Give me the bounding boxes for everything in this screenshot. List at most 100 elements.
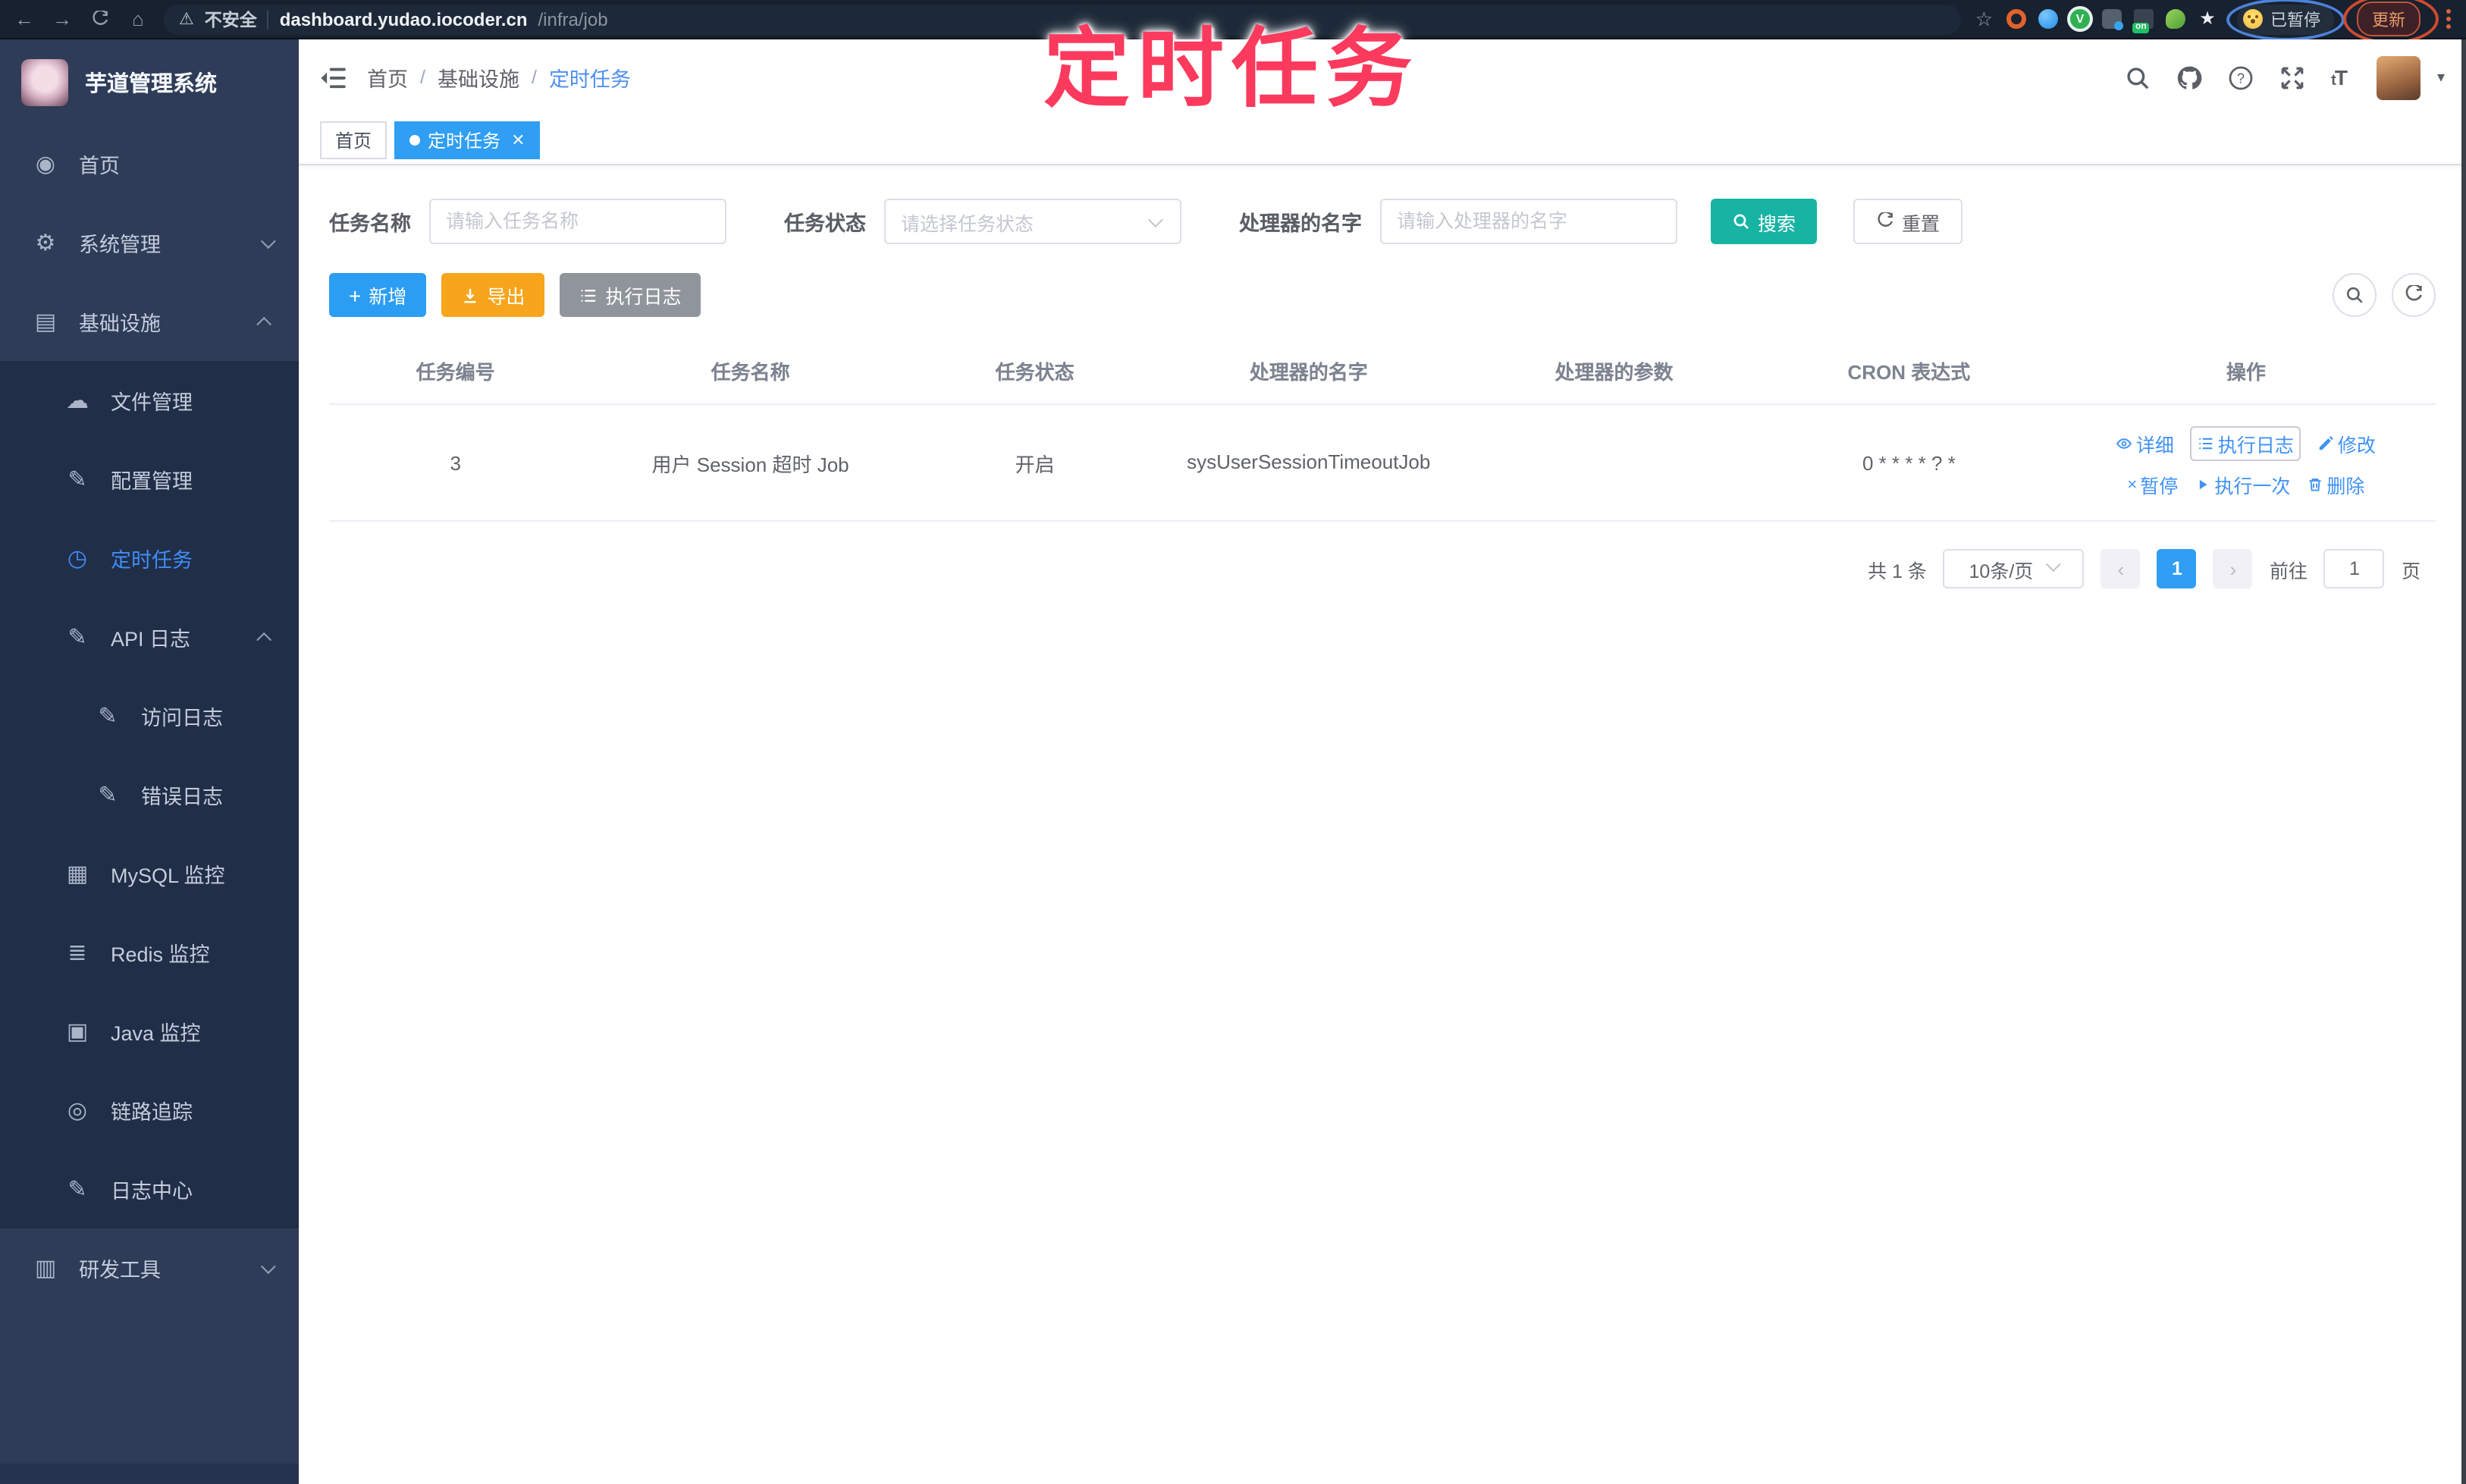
toolbox-icon: ▥ — [34, 1256, 57, 1282]
next-page-button[interactable]: › — [2213, 549, 2253, 588]
screen: ← → ⌂ ⚠ 不安全 dashboard.yudao.iocoder.cn /… — [0, 0, 2466, 1484]
breadcrumb-infrastructure[interactable]: 基础设施 — [438, 62, 519, 93]
cell-actions: 详细 执行日志 修改 × 暂停 执行一次 删除 — [2057, 426, 2436, 499]
toggle-search-button[interactable] — [2333, 273, 2377, 317]
star-extension-icon[interactable]: ★ — [2198, 8, 2217, 29]
sidebar-item-mysql-monitor[interactable]: ▦ MySQL 监控 — [0, 834, 299, 913]
home-icon[interactable]: ⌂ — [126, 9, 150, 29]
sidebar-fold-icon[interactable] — [320, 66, 346, 89]
forward-icon[interactable]: → — [50, 9, 74, 29]
orange-ring-extension-icon[interactable] — [2006, 9, 2026, 29]
sidebar-item-log-center[interactable]: ✎ 日志中心 — [0, 1150, 299, 1228]
app-title: 芋道管理系统 — [85, 72, 217, 96]
grid-extension-icon[interactable] — [2102, 9, 2123, 30]
sidebar-menu: ◉ 首页 ⚙ 系统管理 ▤ 基础设施 ☁ 文件管理 ✎ 配置管理 ◷ 定时任务 … — [0, 124, 299, 1464]
url-path: /infra/job — [538, 8, 608, 30]
fullscreen-icon[interactable] — [2279, 64, 2305, 90]
chrome-menu-icon[interactable] — [2446, 9, 2451, 29]
user-avatar[interactable] — [2376, 55, 2421, 99]
address-separator — [267, 10, 269, 28]
emoji-face-icon — [2243, 9, 2263, 29]
sidebar-item-java-monitor[interactable]: ▣ Java 监控 — [0, 992, 299, 1071]
run-once-link[interactable]: 执行一次 — [2195, 470, 2290, 499]
blue-drop-extension-icon[interactable] — [2038, 9, 2058, 29]
prev-page-button[interactable]: ‹ — [2100, 549, 2141, 588]
goto-page-input[interactable] — [2323, 549, 2385, 588]
edit-link[interactable]: 修改 — [2318, 429, 2376, 458]
pause-link[interactable]: × 暂停 — [2127, 470, 2178, 499]
sidebar-item-home[interactable]: ◉ 首页 — [0, 124, 299, 203]
reset-button[interactable]: 重置 — [1853, 199, 1963, 244]
tab-scheduled-tasks[interactable]: 定时任务 ✕ — [394, 121, 541, 158]
extension-on-badge: on — [2132, 23, 2150, 33]
sidebar-item-redis-monitor[interactable]: ≣ Redis 监控 — [0, 913, 299, 992]
sidebar-item-api-logs[interactable]: ✎ API 日志 — [0, 598, 299, 676]
col-header-cron: CRON 表达式 — [1847, 360, 1971, 383]
add-button[interactable]: + 新增 — [329, 273, 427, 317]
execution-log-button[interactable]: 执行日志 — [560, 273, 701, 317]
breadcrumb-home[interactable]: 首页 — [367, 62, 408, 93]
database-icon: ▦ — [66, 861, 89, 887]
sidebar-item-file-management[interactable]: ☁ 文件管理 — [0, 361, 299, 440]
green-check-extension-icon[interactable]: V — [2070, 9, 2090, 29]
sidebar-item-access-logs[interactable]: ✎ 访问日志 — [0, 676, 299, 755]
col-header-job-name: 任务名称 — [711, 360, 790, 383]
breadcrumb-current: 定时任务 — [548, 68, 631, 91]
sidebar-item-error-logs[interactable]: ✎ 错误日志 — [0, 755, 299, 834]
task-status-select[interactable]: 请选择任务状态 — [884, 199, 1181, 244]
row-execution-log-link[interactable]: 执行日志 — [2190, 426, 2301, 461]
search-button[interactable]: 搜索 — [1711, 199, 1818, 244]
task-name-input[interactable] — [429, 199, 726, 244]
delete-link[interactable]: 删除 — [2307, 470, 2364, 499]
pagination-total: 共 1 条 — [1868, 560, 1927, 582]
export-button[interactable]: 导出 — [441, 273, 545, 317]
list-icon — [581, 289, 596, 301]
filter-form: 任务名称 任务状态 请选择任务状态 处理器的名字 搜索 — [329, 199, 2436, 244]
navbar-icons: ? tT ▾ — [2125, 55, 2445, 99]
leaf-extension-icon[interactable] — [2166, 9, 2185, 29]
sidebar-item-infrastructure[interactable]: ▤ 基础设施 — [0, 282, 299, 361]
extensions-row: V on ★ — [2006, 8, 2217, 33]
paused-badge[interactable]: 已暂停 — [2237, 4, 2334, 34]
app-logo-avatar — [21, 58, 68, 105]
refresh-button[interactable] — [2392, 273, 2436, 317]
download-icon — [464, 288, 476, 303]
chevron-up-icon — [256, 631, 272, 647]
font-size-icon[interactable]: tT — [2331, 65, 2348, 89]
sidebar-item-system-management[interactable]: ⚙ 系统管理 — [0, 203, 299, 282]
bookmark-star-icon[interactable]: ☆ — [1975, 7, 1993, 31]
sidebar-item-scheduled-tasks[interactable]: ◷ 定时任务 — [0, 519, 299, 598]
sidebar-logo-row[interactable]: 芋道管理系统 — [0, 39, 299, 124]
sidebar-item-config-management[interactable]: ✎ 配置管理 — [0, 440, 299, 519]
help-icon[interactable]: ? — [2228, 64, 2254, 90]
page-size-select[interactable]: 10条/页 — [1943, 549, 2085, 588]
current-page-button[interactable]: 1 — [2157, 549, 2197, 588]
detail-link[interactable]: 详细 — [2116, 429, 2174, 458]
reload-icon[interactable] — [88, 10, 112, 28]
url-host[interactable]: dashboard.yudao.iocoder.cn — [280, 8, 528, 30]
github-icon[interactable] — [2176, 64, 2202, 90]
trash-icon — [2309, 478, 2321, 491]
caret-right-icon — [2200, 479, 2207, 490]
breadcrumb: 首页 / 基础设施 / 定时任务 — [367, 62, 631, 93]
plus-icon: + — [349, 283, 362, 307]
search-icon[interactable] — [2125, 64, 2151, 90]
task-name-label: 任务名称 — [329, 212, 411, 235]
chrome-update-button[interactable]: 更新 — [2357, 2, 2421, 36]
cell-handler-name: sysUserSessionTimeoutJob — [1187, 450, 1431, 474]
back-icon[interactable]: ← — [12, 9, 36, 29]
sidebar-item-trace[interactable]: ◎ 链路追踪 — [0, 1071, 299, 1150]
proxy-extension-icon[interactable]: on — [2132, 9, 2154, 33]
close-icon[interactable]: ✕ — [511, 130, 525, 149]
handler-name-input[interactable] — [1380, 199, 1677, 244]
pencil-icon — [2320, 436, 2334, 450]
sidebar-item-dev-tools[interactable]: ▥ 研发工具 — [0, 1228, 299, 1307]
chevron-down-icon — [260, 233, 276, 249]
security-label[interactable]: 不安全 — [205, 7, 257, 31]
sidebar-footer-strip — [0, 1464, 299, 1484]
tab-home[interactable]: 首页 — [320, 121, 387, 158]
window-edge — [2461, 39, 2466, 1484]
avatar-caret-down-icon[interactable]: ▾ — [2437, 69, 2445, 86]
page-unit-label: 页 — [2401, 560, 2421, 582]
table-toolbar: + 新增 导出 执行日志 — [329, 273, 2436, 317]
